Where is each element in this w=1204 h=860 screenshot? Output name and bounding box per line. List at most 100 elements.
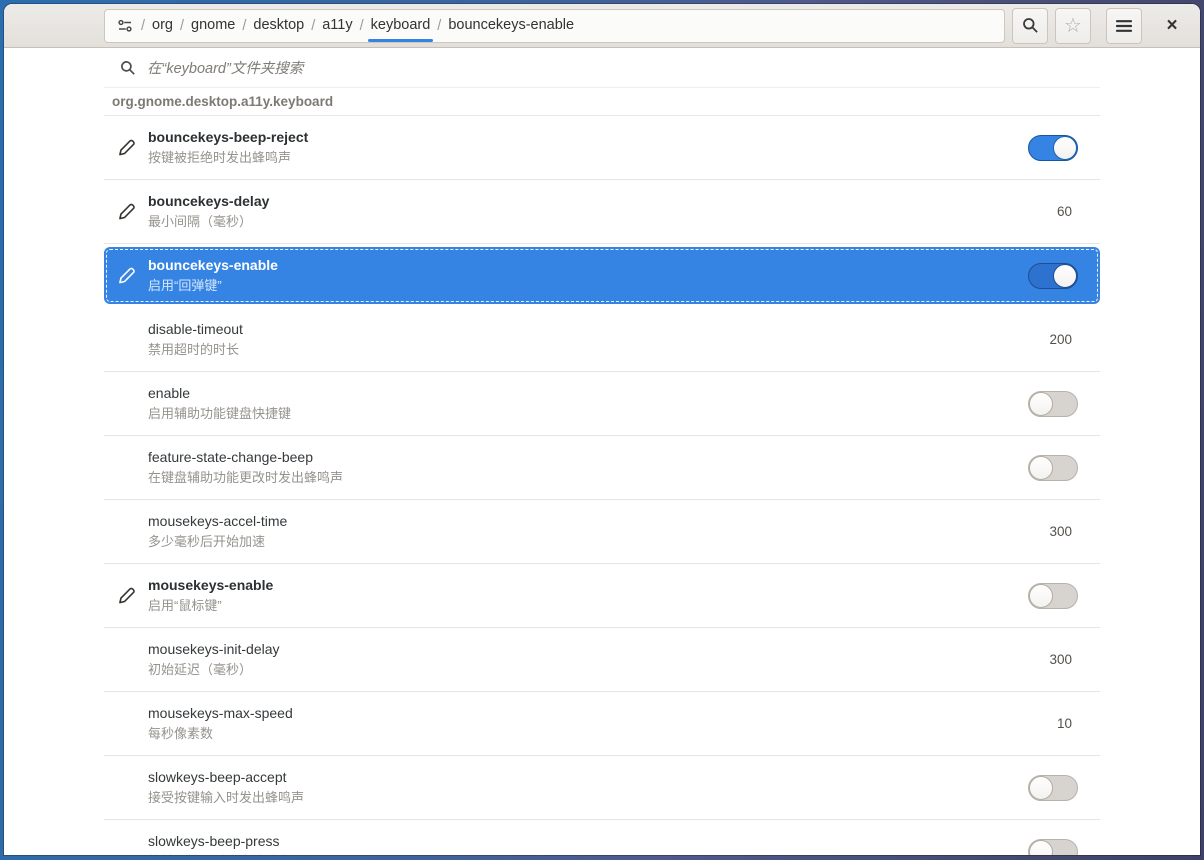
toggle-switch[interactable] <box>1028 774 1078 801</box>
path-separator: / <box>359 17 364 34</box>
pencil-edited-icon <box>118 587 135 604</box>
search-icon <box>1022 17 1039 34</box>
keys-list: 在“keyboard”文件夹搜索 org.gnome.desktop.a11y.… <box>4 48 1200 855</box>
key-texts: bouncekeys-beep-reject 按键被拒绝时发出蜂鸣声 <box>148 129 308 166</box>
path-segment-desktop[interactable]: desktop <box>252 10 305 42</box>
key-row-bouncekeys-delay[interactable]: bouncekeys-delay 最小间隔（毫秒） 60 <box>104 180 1100 244</box>
key-value: 200 <box>1049 332 1072 347</box>
key-summary: 接受按键输入时发出蜂鸣声 <box>148 789 305 805</box>
search-icon <box>120 60 136 76</box>
key-name: feature-state-change-beep <box>148 449 313 466</box>
key-value: 60 <box>1056 204 1072 219</box>
path-segment-gnome[interactable]: gnome <box>190 10 236 42</box>
toggle-knob <box>1029 583 1053 608</box>
key-texts: mousekeys-max-speed 每秒像素数 <box>148 705 293 742</box>
key-row-bouncekeys-beep-reject[interactable]: bouncekeys-beep-reject 按键被拒绝时发出蜂鸣声 <box>104 116 1100 180</box>
search-placeholder: 在“keyboard”文件夹搜索 <box>147 61 304 77</box>
close-button[interactable]: × <box>1154 8 1190 44</box>
pathbar[interactable]: / org / gnome / desktop / a11y / keyboard / bouncek… <box>104 8 1005 43</box>
key-name: bouncekeys-beep-reject <box>148 129 309 146</box>
pencil-edited-icon <box>118 203 135 220</box>
key-texts: slowkeys-beep-press 按键被按下时发出蜂鸣声 <box>148 833 291 855</box>
key-value: 10 <box>1056 716 1072 731</box>
toggle-knob <box>1053 135 1077 160</box>
key-summary: 在键盘辅助功能更改时发出蜂鸣声 <box>148 469 344 485</box>
key-summary: 启用辅助功能键盘快捷键 <box>148 405 292 421</box>
toggle-switch[interactable] <box>1028 454 1078 481</box>
key-name: mousekeys-max-speed <box>148 705 293 722</box>
key-texts: slowkeys-beep-accept 接受按键输入时发出蜂鸣声 <box>148 769 304 806</box>
toggle-knob <box>1029 391 1053 416</box>
path-segment-keyboard[interactable]: keyboard <box>367 10 433 42</box>
key-summary: 每秒像素数 <box>148 725 214 741</box>
key-summary: 禁用超时的时长 <box>148 341 240 357</box>
pencil-edited-icon <box>118 139 135 156</box>
toggle-switch[interactable] <box>1028 262 1078 289</box>
hamburger-menu-icon <box>1116 19 1132 33</box>
star-icon: ☆ <box>1064 14 1082 37</box>
path-separator: / <box>141 17 146 34</box>
toggle-switch[interactable] <box>1028 134 1078 161</box>
bookmark-button[interactable]: ☆ <box>1055 7 1091 44</box>
key-texts: feature-state-change-beep 在键盘辅助功能更改时发出蜂鸣声 <box>148 449 343 486</box>
toggle-knob <box>1053 263 1077 288</box>
key-name: bouncekeys-delay <box>148 193 270 210</box>
path-separator: / <box>437 17 442 34</box>
path-segment-org[interactable]: org <box>151 10 174 42</box>
key-value: 300 <box>1049 652 1072 667</box>
key-row-mousekeys-init-delay[interactable]: mousekeys-init-delay 初始延迟（毫秒） 300 <box>104 628 1100 692</box>
path-segment-a11y[interactable]: a11y <box>321 10 353 42</box>
path-separator: / <box>311 17 316 34</box>
dconf-editor-window: / org / gnome / desktop / a11y / keyboard / bouncek… <box>4 4 1200 855</box>
key-name: mousekeys-init-delay <box>148 641 280 658</box>
key-name: slowkeys-beep-accept <box>148 769 287 786</box>
key-name: mousekeys-accel-time <box>148 513 288 530</box>
key-row-enable[interactable]: enable 启用辅助功能键盘快捷键 <box>104 372 1100 436</box>
key-texts: bouncekeys-delay 最小间隔（毫秒） <box>148 193 269 230</box>
key-row-slowkeys-beep-accept[interactable]: slowkeys-beep-accept 接受按键输入时发出蜂鸣声 <box>104 756 1100 820</box>
toggle-switch[interactable] <box>1028 838 1078 855</box>
key-texts: bouncekeys-enable 启用“回弹键” <box>148 257 278 294</box>
key-value: 300 <box>1049 524 1072 539</box>
search-entry[interactable]: 在“keyboard”文件夹搜索 <box>104 48 1100 88</box>
headerbar: / org / gnome / desktop / a11y / keyboard / bouncek… <box>4 4 1200 48</box>
key-summary: 最小间隔（毫秒） <box>148 213 253 229</box>
schema-section-header: org.gnome.desktop.a11y.keyboard <box>104 88 1100 116</box>
key-summary: 启用“回弹键” <box>148 277 222 293</box>
toggle-knob <box>1029 455 1053 480</box>
path-separator: / <box>180 17 185 34</box>
key-row-disable-timeout[interactable]: disable-timeout 禁用超时的时长 200 <box>104 308 1100 372</box>
key-texts: enable 启用辅助功能键盘快捷键 <box>148 385 291 422</box>
path-segment-bouncekeys-enable[interactable]: bouncekeys-enable <box>447 10 575 42</box>
sliders-icon <box>117 18 133 34</box>
key-summary: 启用“鼠标键” <box>148 597 222 613</box>
key-row-bouncekeys-enable[interactable]: bouncekeys-enable 启用“回弹键” <box>104 247 1100 304</box>
key-summary: 按键被按下时发出蜂鸣声 <box>148 854 291 855</box>
key-name: bouncekeys-enable <box>148 257 278 274</box>
key-texts: disable-timeout 禁用超时的时长 <box>148 321 243 358</box>
key-texts: mousekeys-accel-time 多少毫秒后开始加速 <box>148 513 287 550</box>
key-texts: mousekeys-enable 启用“鼠标键” <box>148 577 273 614</box>
key-name: slowkeys-beep-press <box>148 833 280 850</box>
key-row-mousekeys-max-speed[interactable]: mousekeys-max-speed 每秒像素数 10 <box>104 692 1100 756</box>
toggle-switch[interactable] <box>1028 390 1078 417</box>
toggle-switch[interactable] <box>1028 582 1078 609</box>
search-button[interactable] <box>1012 7 1048 44</box>
menu-button[interactable] <box>1106 7 1142 44</box>
key-name: mousekeys-enable <box>148 577 274 594</box>
key-row-slowkeys-beep-press[interactable]: slowkeys-beep-press 按键被按下时发出蜂鸣声 <box>104 820 1100 855</box>
key-summary: 按键被拒绝时发出蜂鸣声 <box>148 149 292 165</box>
toggle-knob <box>1029 839 1053 855</box>
key-name: enable <box>148 385 191 402</box>
path-separator: / <box>242 17 247 34</box>
pencil-edited-icon <box>118 267 135 284</box>
key-summary: 多少毫秒后开始加速 <box>148 533 266 549</box>
key-row-mousekeys-accel-time[interactable]: mousekeys-accel-time 多少毫秒后开始加速 300 <box>104 500 1100 564</box>
key-row-feature-state-change-beep[interactable]: feature-state-change-beep 在键盘辅助功能更改时发出蜂鸣声 <box>104 436 1100 500</box>
key-name: disable-timeout <box>148 321 243 338</box>
key-texts: mousekeys-init-delay 初始延迟（毫秒） <box>148 641 280 678</box>
toggle-knob <box>1029 775 1053 800</box>
close-icon: × <box>1166 14 1178 36</box>
key-row-mousekeys-enable[interactable]: mousekeys-enable 启用“鼠标键” <box>104 564 1100 628</box>
key-summary: 初始延迟（毫秒） <box>148 661 253 677</box>
